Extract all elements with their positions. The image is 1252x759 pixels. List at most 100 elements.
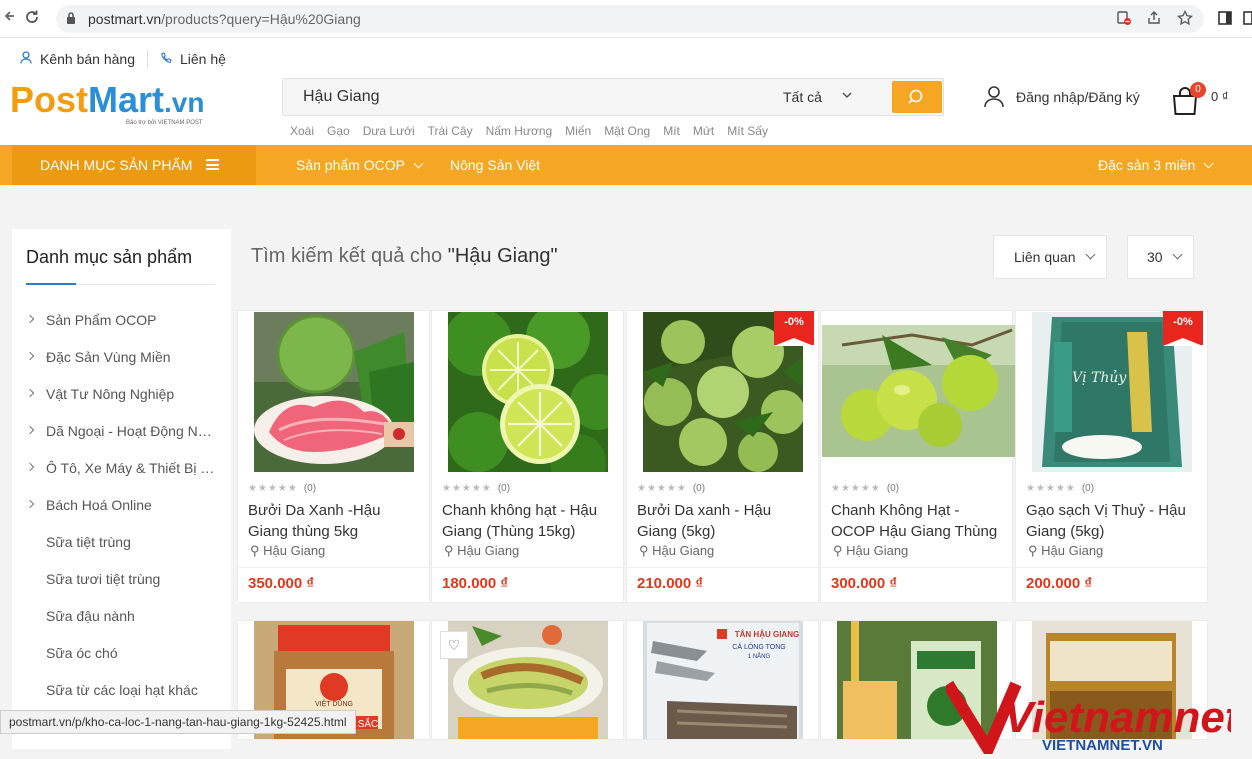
nav-ocop[interactable]: Sản phẩm OCOP [296,145,424,185]
window-edge [1240,10,1252,28]
categories-menu-button[interactable]: DANH MỤC SẢN PHẨM [12,145,256,185]
side-panel-icon[interactable] [1216,10,1234,28]
sidebar-subitem[interactable]: Sữa từ các loại hạt khác [12,681,231,701]
chevron-down-icon [1203,158,1214,169]
suggestion-tag[interactable]: Miến [565,124,591,138]
product-card[interactable]: ★★★★★ (0) Chanh không hạt - Hậu Giang (Th… [431,310,624,603]
search-input[interactable]: Hậu Giang [303,88,380,106]
sidebar-item-bach-hoa[interactable]: Bách Hoá Online [12,496,231,516]
suggestion-tag[interactable]: Mít Sấy [727,124,768,138]
product-location: ⚲ Hậu Giang [833,543,909,558]
product-card[interactable]: ★★★★★ (0) Bưởi Da Xanh -Hậu Giang thùng 5… [237,310,430,603]
cart-count-badge: 0 [1190,82,1206,98]
sidebar-item-vat-tu[interactable]: Vật Tư Nông Nghiệp [12,385,231,405]
search-category-select[interactable]: Tất cả [783,89,822,105]
chevron-down-icon[interactable] [841,89,853,104]
main-nav: DANH MỤC SẢN PHẨM Sản phẩm OCOP Nông Sản… [0,145,1252,185]
card-divider [432,567,623,568]
product-price: 180.000 ₫ [442,575,509,592]
vietnamnet-watermark: Vietnamnet VIETNAMNET.VN [942,674,1242,759]
product-card[interactable]: Vị Thủy -0% ★★★★★ (0) Gạo sạch Vị Thuỷ - … [1015,310,1208,603]
location-pin-icon: ⚲ [250,543,264,558]
wishlist-heart-icon[interactable]: ♡ [440,631,468,659]
postmart-logo[interactable]: PostMart.vn Bảo trợ bởi VIETNAM POST [10,80,250,130]
suggestion-tag[interactable]: Gạo [327,124,350,138]
brand-text: VIỆT DŨNG [315,699,353,708]
product-price: 350.000 ₫ [248,575,315,592]
search-button[interactable] [892,81,942,113]
lock-icon[interactable] [66,11,76,25]
website: Kênh bán hàng Liên hệ PostMart.vn Bảo tr… [0,38,1252,759]
per-page-select[interactable]: 30 [1127,235,1194,279]
chevron-right-icon [25,388,35,398]
chevron-down-icon [1172,249,1183,260]
sidebar-subitem[interactable]: Sữa tiệt trùng [12,533,231,553]
product-image-dried-fish: TÂN HẬU GIANG CÁ LÒNG TONG 1 NẮNG [627,621,818,739]
suggestion-tag[interactable]: Xoài [290,124,314,138]
login-link[interactable]: Đăng nhập/Đăng ký [984,86,1140,108]
sidebar-subitem[interactable]: Sữa óc chó [12,644,231,664]
rating-stars: ★★★★★ (0) [442,483,511,494]
sidebar-item-o-to[interactable]: Ô Tô, Xe Máy & Thiết Bị Định Vị [12,459,231,479]
results-heading: Tìm kiếm kết quả cho "Hậu Giang" [251,245,558,267]
sidebar-item-dac-san[interactable]: Đặc Sản Vùng Miền [12,348,231,368]
product-name[interactable]: Chanh không hạt - Hậu Giang (Thùng 15kg) [442,500,618,542]
sell-channel-link[interactable]: Kênh bán hàng [40,51,135,67]
product-name[interactable]: Chanh Không Hạt - OCOP Hậu Giang Thùng 1… [831,500,1007,542]
fish-type: 1 NẮNG [748,652,771,660]
contact-link[interactable]: Liên hệ [180,51,226,67]
product-price: 200.000 ₫ [1026,575,1093,592]
product-image-lime-branch[interactable] [822,325,1015,457]
category-sidebar: Danh mục sản phẩm Sản Phẩm OCOP Đặc Sản … [12,229,231,749]
cart-button[interactable]: 0 0 ₫ [1172,82,1232,116]
product-card[interactable]: -0% ★★★★★ (0) Bưởi Da xanh - Hậu Giang (5… [626,310,819,603]
suggestion-tag[interactable]: Mứt [693,124,714,138]
location-pin-icon: ⚲ [1028,543,1042,558]
suggestion-tag[interactable]: Dưa Lưới [363,124,415,138]
jar-label: SẮC [358,717,379,730]
sidebar-subitem[interactable]: Sữa tươi tiệt trùng [12,570,231,590]
product-name[interactable]: Bưởi Da Xanh -Hậu Giang thùng 5kg [248,500,424,542]
share-icon[interactable] [1145,10,1163,28]
bookmark-star-icon[interactable] [1176,9,1194,28]
back-arrow-icon[interactable] [0,9,20,29]
categories-menu-label: DANH MỤC SẢN PHẨM [40,157,193,173]
sort-select[interactable]: Liên quan [993,235,1107,279]
blocked-popup-icon[interactable] [1115,10,1133,28]
product-card[interactable]: TÂN HẬU GIANG CÁ LÒNG TONG 1 NẮNG [626,620,819,740]
user-icon [20,51,32,67]
sidebar-item-da-ngoai[interactable]: Dã Ngoại - Hoạt Động Ngoài Trời [12,422,231,442]
nav-dac-san-3-mien[interactable]: Đặc sản 3 miền [1098,145,1214,185]
discount-badge: -0% [1163,311,1203,346]
product-name[interactable]: Bưởi Da xanh - Hậu Giang (5kg) [637,500,813,542]
suggestion-tag[interactable]: Mít [663,124,680,138]
search-icon [908,89,923,104]
rating-stars: ★★★★★ (0) [831,483,900,494]
rating-stars: ★★★★★ (0) [248,483,317,494]
svg-text:Vị Thủy: Vị Thủy [1072,369,1127,386]
suggestion-tag[interactable]: Nấm Hương [486,124,553,138]
product-card[interactable]: ★★★★★ (0) Chanh Không Hạt - OCOP Hậu Gian… [820,310,1015,603]
product-name[interactable]: Gạo sạch Vị Thuỷ - Hậu Giang (5kg) [1026,500,1202,542]
nav-nong-san-viet[interactable]: Nông Sản Việt [450,145,540,185]
suggestion-tag[interactable]: Mật Ong [604,124,650,138]
site-header: Kênh bán hàng Liên hệ PostMart.vn Bảo tr… [0,38,1252,145]
product-price: 210.000 ₫ [637,575,704,592]
product-image-limes[interactable] [448,312,608,472]
product-price: 300.000 ₫ [831,575,898,592]
location-pin-icon: ⚲ [833,543,847,558]
product-card[interactable]: ♡ [431,620,624,740]
chevron-down-icon [1085,249,1096,260]
product-image-pomelo[interactable] [254,312,414,472]
address-bar[interactable]: postmart.vn/products?query=Hậu%20Giang [56,5,1204,33]
card-divider [821,567,1012,568]
top-links: Kênh bán hàng Liên hệ [20,50,226,68]
suggestion-tag[interactable]: Trái Cây [428,124,473,138]
browser-status-url: postmart.vn/p/kho-ca-loc-1-nang-tan-hau-… [0,710,356,734]
sidebar-subitem[interactable]: Sữa đậu nành [12,607,231,627]
watermark-sub: VIETNAMNET.VN [1042,737,1163,754]
reload-icon[interactable] [22,9,42,29]
sidebar-divider-accent [26,283,76,285]
logo-wordmark: PostMart.vn [10,79,205,120]
sidebar-item-ocop[interactable]: Sản Phẩm OCOP [12,311,231,331]
